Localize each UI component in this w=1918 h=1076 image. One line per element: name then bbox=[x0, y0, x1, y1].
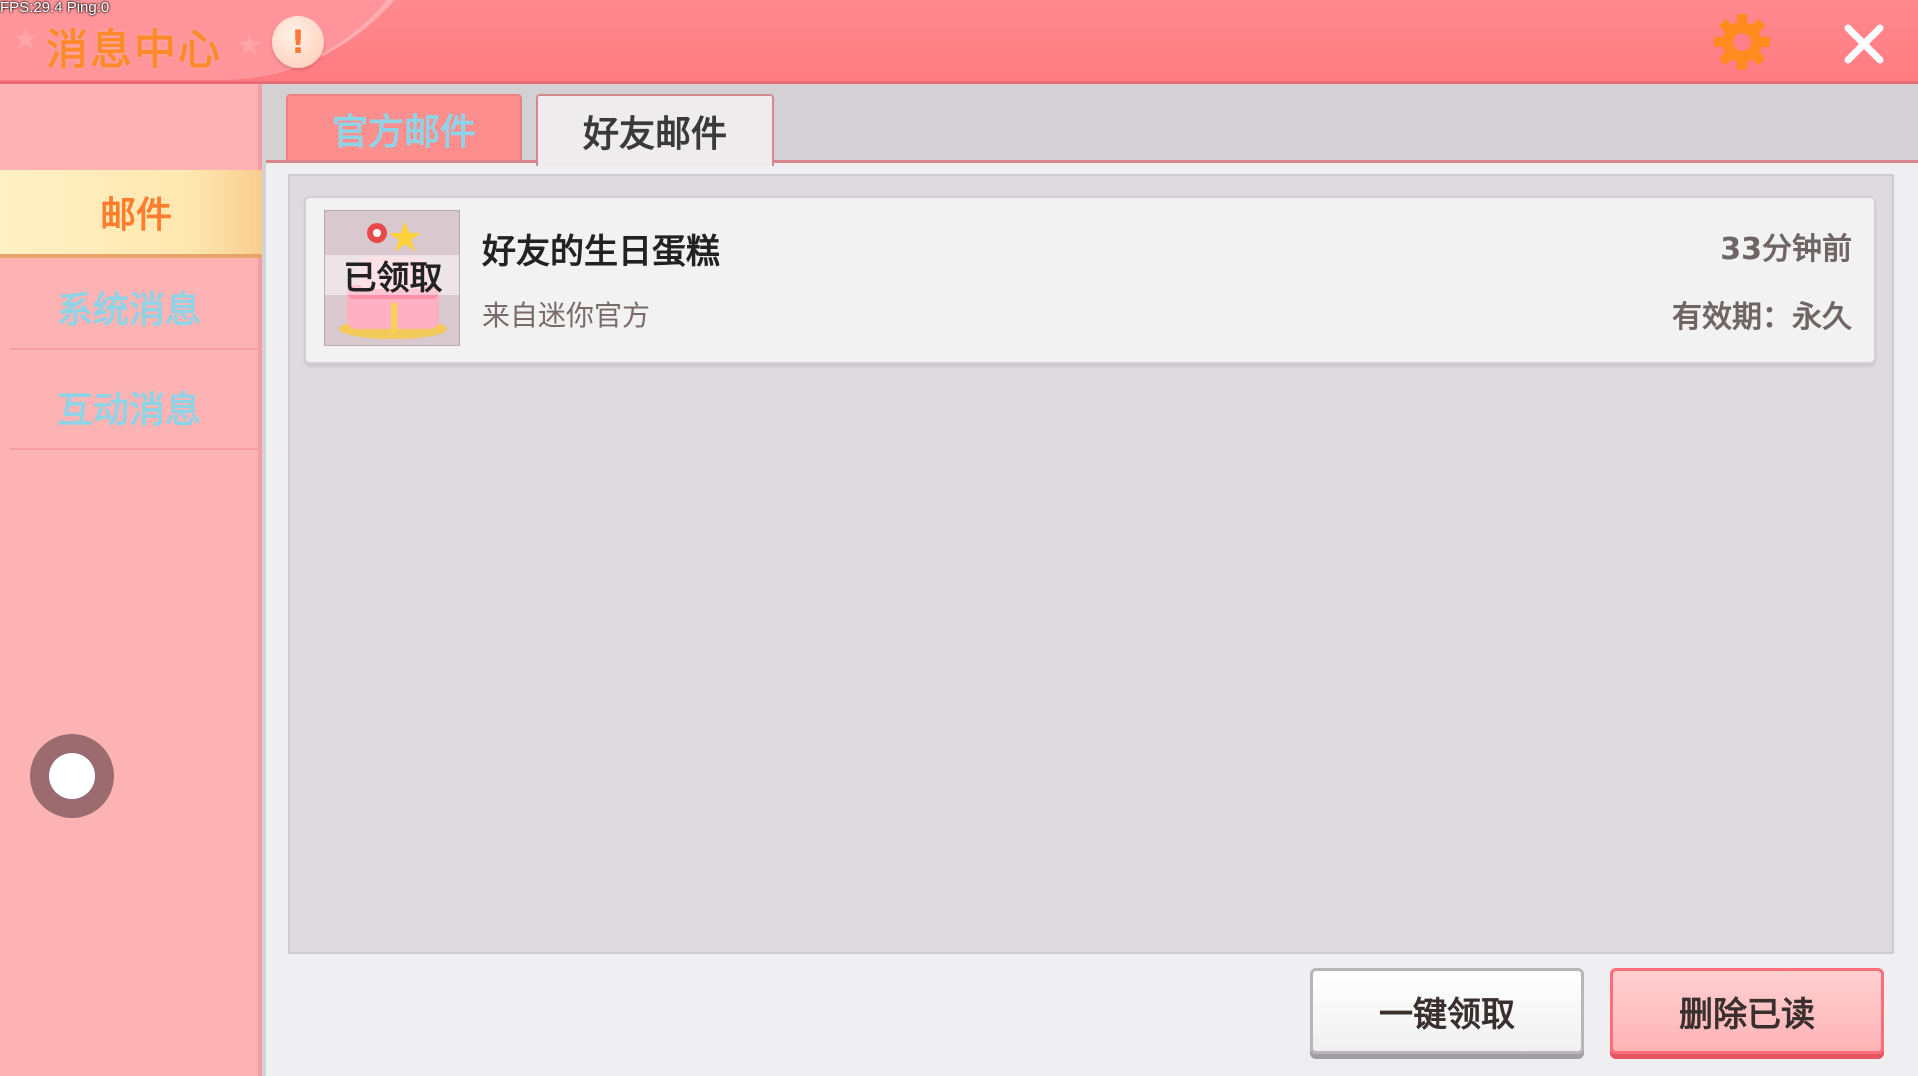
sidebar-item-label: 邮件 bbox=[99, 195, 172, 236]
mail-item[interactable]: 已领取 好友的生日蛋糕 来自迷你官方 33分钟前 有效期：永久 bbox=[304, 196, 1876, 364]
sidebar: 邮件 系统消息 互动消息 bbox=[0, 84, 272, 1076]
tab-friend-mail[interactable]: 好友邮件 bbox=[536, 94, 774, 166]
tab-label: 好友邮件 bbox=[582, 114, 727, 155]
page-title: 消息中心 bbox=[46, 25, 223, 74]
tab-label: 官方邮件 bbox=[331, 112, 476, 153]
sidebar-item-system-messages[interactable]: 系统消息 bbox=[0, 264, 258, 350]
delete-read-button[interactable]: 删除已读 bbox=[1610, 968, 1884, 1054]
joystick-knob bbox=[49, 753, 95, 799]
sidebar-item-label: 系统消息 bbox=[56, 290, 201, 331]
fps-counter: FPS:29.4 Ping:0 bbox=[0, 0, 110, 16]
mail-title: 好友的生日蛋糕 bbox=[482, 232, 720, 272]
mail-sender: 来自迷你官方 bbox=[482, 299, 651, 332]
floating-joystick[interactable] bbox=[30, 734, 114, 818]
header-bar: ★ ★ 消息中心 ! bbox=[0, 0, 1918, 84]
sidebar-item-label: 互动消息 bbox=[56, 390, 201, 431]
claimed-badge: 已领取 bbox=[325, 255, 459, 297]
claim-all-button[interactable]: 一键领取 bbox=[1310, 968, 1584, 1054]
close-icon[interactable] bbox=[1842, 22, 1886, 66]
star-icon: ★ bbox=[12, 22, 39, 57]
sidebar-item-mail[interactable]: 邮件 bbox=[0, 170, 272, 254]
star-icon: ★ bbox=[236, 28, 263, 63]
mail-thumbnail: 已领取 bbox=[324, 210, 460, 346]
tab-official-mail[interactable]: 官方邮件 bbox=[286, 94, 522, 164]
mail-validity: 有效期：永久 bbox=[1672, 300, 1852, 335]
mail-timestamp: 33分钟前 bbox=[1720, 232, 1852, 267]
notice-icon[interactable]: ! bbox=[272, 16, 324, 68]
gear-icon[interactable] bbox=[1710, 10, 1774, 74]
sidebar-item-interaction-messages[interactable]: 互动消息 bbox=[0, 364, 258, 450]
